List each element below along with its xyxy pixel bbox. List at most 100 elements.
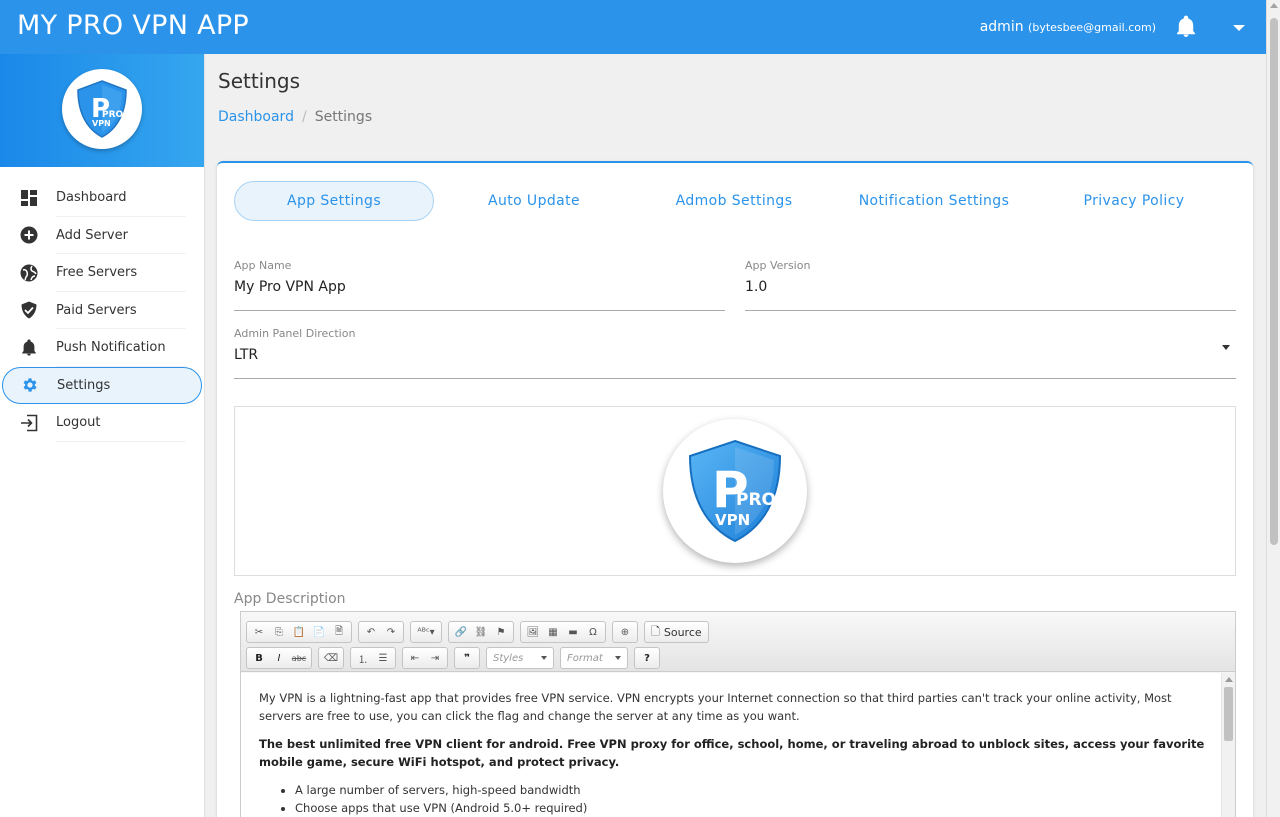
gear-icon	[21, 376, 39, 394]
app-version-label: App Version	[745, 259, 811, 272]
sidebar-item-label: Free Servers	[56, 265, 138, 281]
editor-content[interactable]: My VPN is a lightning-fast app that prov…	[241, 673, 1225, 817]
outdent-icon[interactable]: ⇤	[405, 648, 425, 668]
app-logo: P PRO VPN	[62, 69, 142, 149]
app-version-field[interactable]: App Version 1.0	[745, 259, 1236, 311]
dashboard-icon	[20, 189, 38, 207]
breadcrumb: Dashboard / Settings	[218, 109, 372, 125]
chevron-down-icon[interactable]	[1232, 23, 1246, 33]
tab-notification-settings[interactable]: Notification Settings	[834, 181, 1034, 221]
sidebar-item-paid-servers[interactable]: Paid Servers	[0, 292, 204, 330]
dropdown-arrow-icon	[615, 656, 621, 660]
bulleted-list-icon[interactable]: ☰	[373, 648, 393, 668]
numbered-list-icon[interactable]: ⒈	[353, 648, 373, 668]
sidebar-header: P PRO VPN	[0, 54, 204, 167]
tab-auto-update[interactable]: Auto Update	[434, 181, 634, 221]
shield-check-icon	[20, 301, 38, 319]
blockquote-icon[interactable]: ❞	[457, 648, 477, 668]
description-paragraph-bold: The best unlimited free VPN client for a…	[259, 737, 1205, 769]
dropdown-arrow-icon	[541, 656, 547, 660]
sidebar-item-push-notification[interactable]: Push Notification	[0, 329, 204, 367]
format-dropdown[interactable]: Format	[560, 647, 628, 669]
app-logo-image: P PRO VPN	[663, 419, 807, 563]
tab-admob-settings[interactable]: Admob Settings	[634, 181, 834, 221]
rich-text-editor: ✂ ⎘ 📋 📄 🗎 ↶ ↷ ᴬᴮᶜ▾ 🔗 ⛓ ⚑ 🖼 ▦ ▬ Ω ⊕ 🗋 Sou…	[240, 611, 1236, 817]
app-version-input[interactable]: 1.0	[745, 279, 767, 295]
app-description-label: App Description	[234, 591, 346, 607]
horizontal-rule-icon[interactable]: ▬	[563, 622, 583, 642]
direction-select[interactable]: Admin Panel Direction LTR	[234, 327, 1236, 379]
paste-icon[interactable]: 📋	[289, 622, 309, 642]
tab-privacy-policy[interactable]: Privacy Policy	[1034, 181, 1234, 221]
source-button-label: Source	[663, 625, 702, 639]
source-button[interactable]: 🗋 Source	[647, 622, 706, 642]
indent-icon[interactable]: ⇥	[425, 648, 445, 668]
sidebar-item-settings[interactable]: Settings	[2, 366, 202, 404]
sidebar-item-logout[interactable]: Logout	[0, 404, 204, 442]
app-name-field[interactable]: App Name My Pro VPN App	[234, 259, 725, 311]
styles-dropdown[interactable]: Styles	[486, 647, 554, 669]
page-scrollbar[interactable]	[1266, 0, 1280, 817]
link-icon[interactable]: 🔗	[451, 622, 471, 642]
list-item: Choose apps that use VPN (Android 5.0+ r…	[295, 799, 1207, 817]
paste-text-icon[interactable]: 📄	[309, 622, 329, 642]
table-icon[interactable]: ▦	[543, 622, 563, 642]
sidebar-item-label: Dashboard	[56, 190, 127, 206]
cut-icon[interactable]: ✂	[249, 622, 269, 642]
user-email: (bytesbee@gmail.com)	[1028, 21, 1156, 34]
sidebar-item-free-servers[interactable]: Free Servers	[0, 254, 204, 292]
anchor-flag-icon[interactable]: ⚑	[491, 622, 511, 642]
breadcrumb-current: Settings	[314, 109, 373, 125]
settings-card: App Settings Auto Update Admob Settings …	[217, 161, 1253, 817]
redo-icon[interactable]: ↷	[381, 622, 401, 642]
format-dropdown-label: Format	[567, 652, 603, 664]
page-title: Settings	[218, 69, 301, 93]
help-icon[interactable]: ?	[637, 648, 657, 668]
scroll-up-arrow-icon[interactable]	[1225, 677, 1233, 682]
source-doc-icon: 🗋	[651, 624, 660, 638]
unlink-icon[interactable]: ⛓	[471, 622, 491, 642]
sidebar-item-label: Logout	[56, 415, 101, 431]
paste-word-icon[interactable]: 🗎	[329, 622, 349, 642]
list-item: A large number of servers, high-speed ba…	[295, 781, 1207, 799]
editor-scrollbar[interactable]	[1221, 673, 1235, 817]
user-menu[interactable]: admin (bytesbee@gmail.com)	[980, 19, 1156, 35]
strikethrough-icon[interactable]: abc	[289, 648, 309, 668]
svg-text:VPN: VPN	[715, 511, 750, 529]
spellcheck-icon[interactable]: ᴬᴮᶜ▾	[413, 622, 439, 642]
direction-label: Admin Panel Direction	[234, 327, 356, 340]
image-icon[interactable]: 🖼	[523, 622, 543, 642]
bell-icon	[20, 339, 38, 357]
maximize-icon[interactable]: ⊕	[615, 622, 635, 642]
globe-icon	[20, 264, 38, 282]
notification-bell-icon[interactable]	[1174, 15, 1198, 39]
scroll-thumb[interactable]	[1270, 18, 1278, 545]
scroll-up-arrow-icon[interactable]	[1270, 3, 1278, 8]
dropdown-caret-icon[interactable]	[1222, 345, 1230, 350]
sidebar: P PRO VPN Dashboard Add Server Free Serv…	[0, 54, 205, 817]
add-circle-icon	[20, 226, 38, 244]
sidebar-item-dashboard[interactable]: Dashboard	[0, 179, 204, 217]
svg-text:VPN: VPN	[92, 119, 111, 128]
svg-text:PRO: PRO	[736, 490, 776, 510]
app-logo-preview[interactable]: P PRO VPN	[234, 406, 1236, 576]
app-title: MY PRO VPN APP	[17, 10, 250, 41]
undo-icon[interactable]: ↶	[361, 622, 381, 642]
bold-icon[interactable]: B	[249, 648, 269, 668]
feature-list: A large number of servers, high-speed ba…	[259, 781, 1207, 817]
tab-app-settings[interactable]: App Settings	[234, 181, 434, 221]
description-paragraph: My VPN is a lightning-fast app that prov…	[259, 691, 1172, 723]
italic-icon[interactable]: I	[269, 648, 289, 668]
editor-scroll-thumb[interactable]	[1224, 687, 1233, 741]
app-name-input[interactable]: My Pro VPN App	[234, 279, 346, 295]
sidebar-item-add-server[interactable]: Add Server	[0, 217, 204, 255]
remove-format-icon[interactable]: ⌫	[321, 648, 341, 668]
breadcrumb-separator: /	[301, 109, 307, 125]
breadcrumb-dashboard-link[interactable]: Dashboard	[218, 109, 294, 125]
top-bar: MY PRO VPN APP admin (bytesbee@gmail.com…	[0, 0, 1266, 54]
logout-icon	[20, 414, 38, 432]
sidebar-item-label: Push Notification	[56, 340, 166, 356]
special-char-icon[interactable]: Ω	[583, 622, 603, 642]
copy-icon[interactable]: ⎘	[269, 622, 289, 642]
direction-selected-value: LTR	[234, 347, 259, 363]
